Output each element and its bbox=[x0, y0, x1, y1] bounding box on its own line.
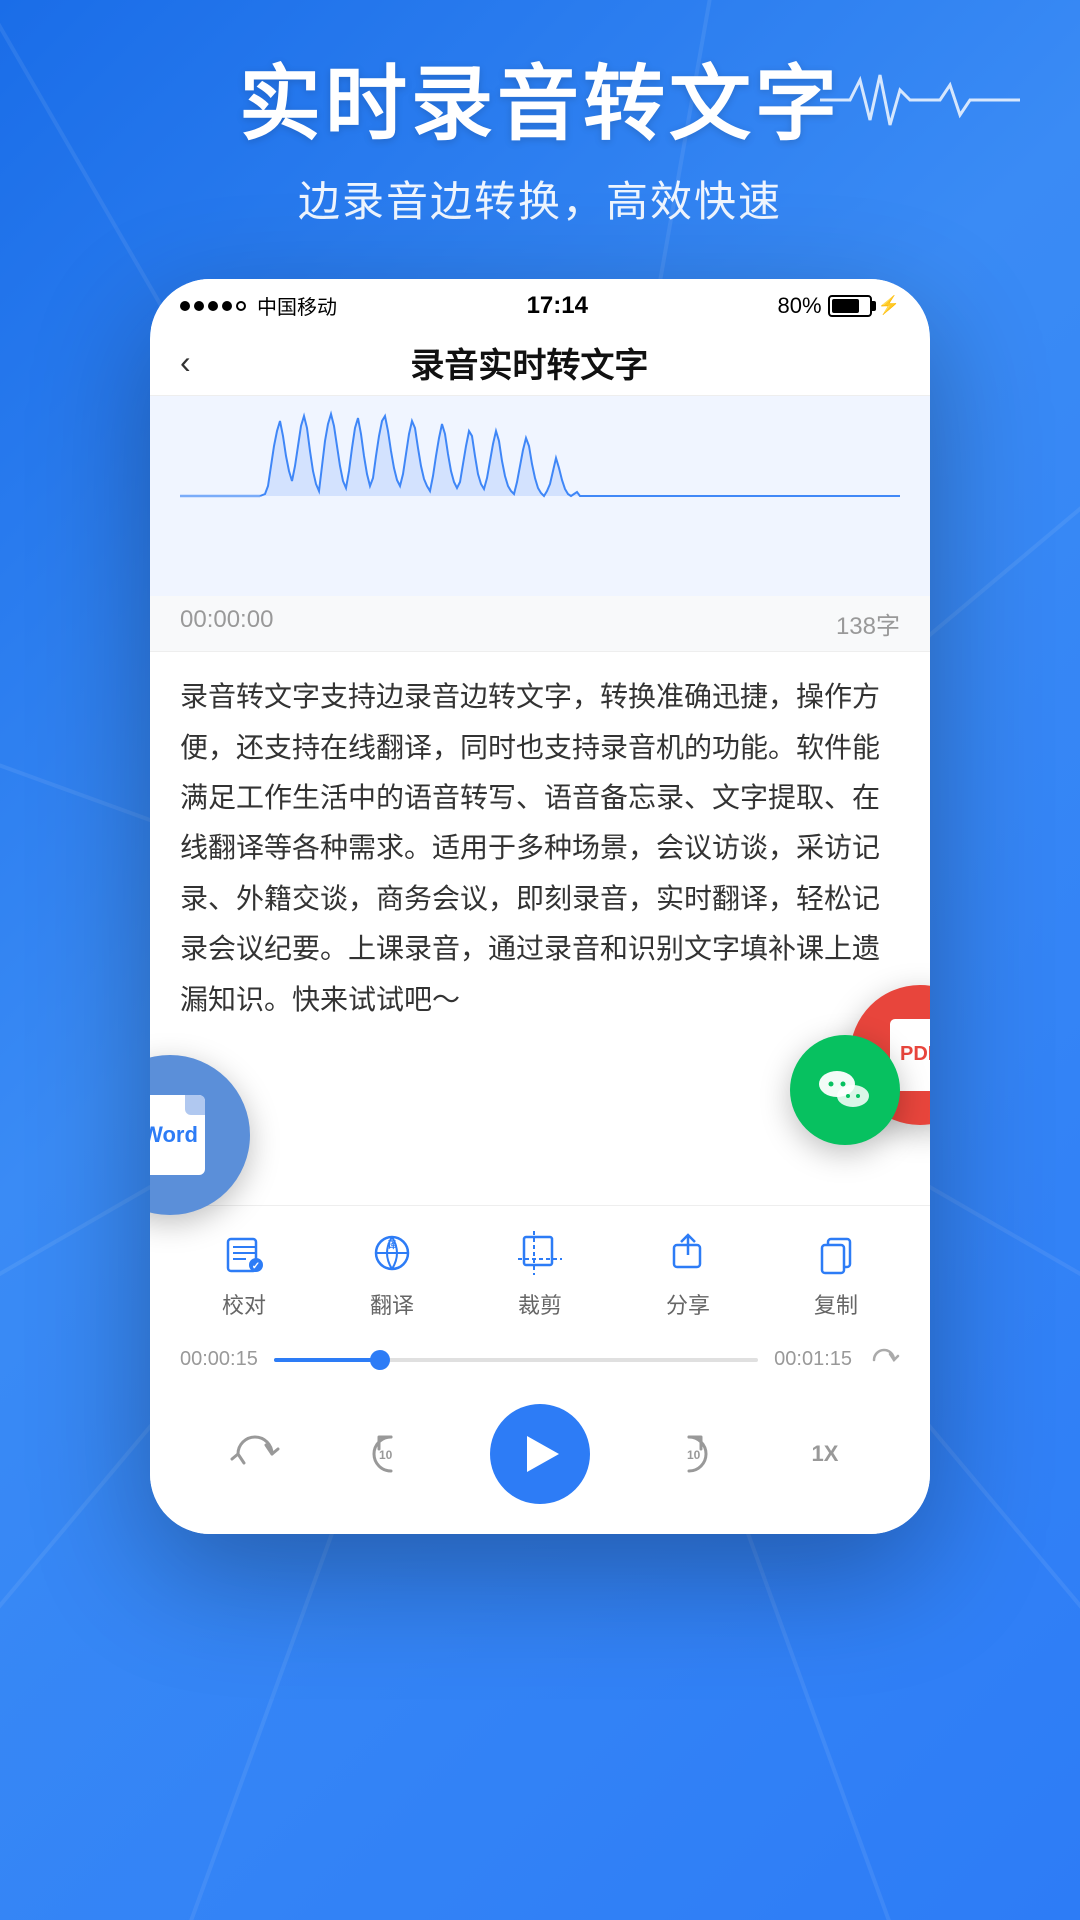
signal-dot-2 bbox=[194, 301, 204, 311]
battery-percent: 80% bbox=[778, 293, 822, 319]
toolbar-crop[interactable]: 裁剪 bbox=[513, 1226, 567, 1320]
play-triangle-icon bbox=[527, 1436, 559, 1472]
toolbar-translate-label: 翻译 bbox=[370, 1288, 414, 1320]
battery-fill bbox=[832, 299, 859, 313]
nav-bar: ‹ 录音实时转文字 bbox=[150, 328, 930, 396]
word-badge[interactable]: Word bbox=[150, 1055, 250, 1215]
svg-text:10: 10 bbox=[687, 1448, 701, 1462]
svg-text:✓: ✓ bbox=[252, 1261, 260, 1272]
signal-dots bbox=[180, 301, 246, 311]
progress-track[interactable] bbox=[274, 1358, 758, 1362]
svg-text:10: 10 bbox=[379, 1448, 393, 1462]
progress-fill bbox=[274, 1358, 381, 1362]
status-left: 中国移动 bbox=[180, 291, 337, 320]
transcript-text: 录音转文字支持边录音边转文字，转换准确迅捷，操作方便，还支持在线翻译，同时也支持… bbox=[150, 652, 930, 1045]
word-doc-icon: Word bbox=[150, 1095, 205, 1175]
rewind10-button[interactable]: 10 bbox=[359, 1427, 413, 1481]
status-right: 80% ⚡ bbox=[778, 293, 900, 319]
floating-area: Word PDF bbox=[150, 1045, 930, 1205]
toolbar-copy[interactable]: 复制 bbox=[809, 1226, 863, 1320]
signal-dot-5 bbox=[236, 301, 246, 311]
toolbar-crop-label: 裁剪 bbox=[518, 1288, 562, 1320]
share-icon bbox=[661, 1226, 715, 1280]
forward10-button[interactable]: 10 bbox=[667, 1427, 721, 1481]
progress-current: 00:00:15 bbox=[180, 1348, 258, 1371]
signal-dot-4 bbox=[222, 301, 232, 311]
progress-thumb[interactable] bbox=[370, 1350, 390, 1370]
status-bar: 中国移动 17:14 80% ⚡ bbox=[150, 279, 930, 328]
loop-btn[interactable] bbox=[868, 1344, 900, 1376]
translate-icon: 译 bbox=[365, 1226, 419, 1280]
loop-icon bbox=[228, 1427, 282, 1481]
copy-icon bbox=[809, 1226, 863, 1280]
rewind10-icon: 10 bbox=[359, 1427, 413, 1481]
toolbar-copy-label: 复制 bbox=[814, 1288, 858, 1320]
speed-button[interactable]: 1X bbox=[798, 1427, 852, 1481]
heartbeat-icon bbox=[820, 70, 1020, 130]
svg-text:译: 译 bbox=[387, 1239, 397, 1250]
waveform-container bbox=[150, 396, 930, 596]
toolbar: ✓ 校对 译 翻译 bbox=[150, 1205, 930, 1330]
toolbar-share[interactable]: 分享 bbox=[661, 1226, 715, 1320]
loop-button[interactable] bbox=[228, 1427, 282, 1481]
svg-text:1X: 1X bbox=[811, 1441, 838, 1466]
progress-bar-container: 00:00:15 00:01:15 bbox=[150, 1330, 930, 1390]
header-subtitle: 边录音边转换，高效快速 bbox=[40, 168, 1040, 229]
progress-total: 00:01:15 bbox=[774, 1348, 852, 1371]
waveform-svg bbox=[180, 406, 900, 586]
phone-mockup: 中国移动 17:14 80% ⚡ ‹ 录音实时转文字 00:00: bbox=[150, 279, 930, 1534]
status-time: 17:14 bbox=[527, 292, 588, 320]
word-count: 138字 bbox=[836, 606, 900, 641]
signal-dot-3 bbox=[208, 301, 218, 311]
forward10-icon: 10 bbox=[667, 1427, 721, 1481]
lightning-icon: ⚡ bbox=[878, 295, 900, 316]
nav-title: 录音实时转文字 bbox=[191, 338, 868, 387]
toolbar-edit[interactable]: ✓ 校对 bbox=[217, 1226, 271, 1320]
toolbar-translate[interactable]: 译 翻译 bbox=[365, 1226, 419, 1320]
crop-icon bbox=[513, 1226, 567, 1280]
audio-info: 00:00:00 138字 bbox=[150, 596, 930, 652]
toolbar-share-label: 分享 bbox=[666, 1288, 710, 1320]
speed-icon: 1X bbox=[798, 1427, 852, 1481]
edit-icon: ✓ bbox=[217, 1226, 271, 1280]
carrier-label: 中国移动 bbox=[257, 291, 337, 320]
header: 实时录音转文字 边录音边转换，高效快速 bbox=[0, 0, 1080, 259]
back-button[interactable]: ‹ bbox=[180, 344, 191, 381]
audio-time: 00:00:00 bbox=[180, 606, 273, 641]
wechat-icon bbox=[813, 1058, 877, 1122]
battery-icon bbox=[828, 295, 872, 317]
pdf-label: PDF bbox=[900, 1043, 930, 1066]
signal-dot-1 bbox=[180, 301, 190, 311]
playback-controls: 10 10 1X bbox=[150, 1390, 930, 1534]
play-button[interactable] bbox=[490, 1404, 590, 1504]
word-label: Word bbox=[150, 1122, 198, 1148]
toolbar-edit-label: 校对 bbox=[222, 1288, 266, 1320]
wechat-badge[interactable] bbox=[790, 1035, 900, 1145]
